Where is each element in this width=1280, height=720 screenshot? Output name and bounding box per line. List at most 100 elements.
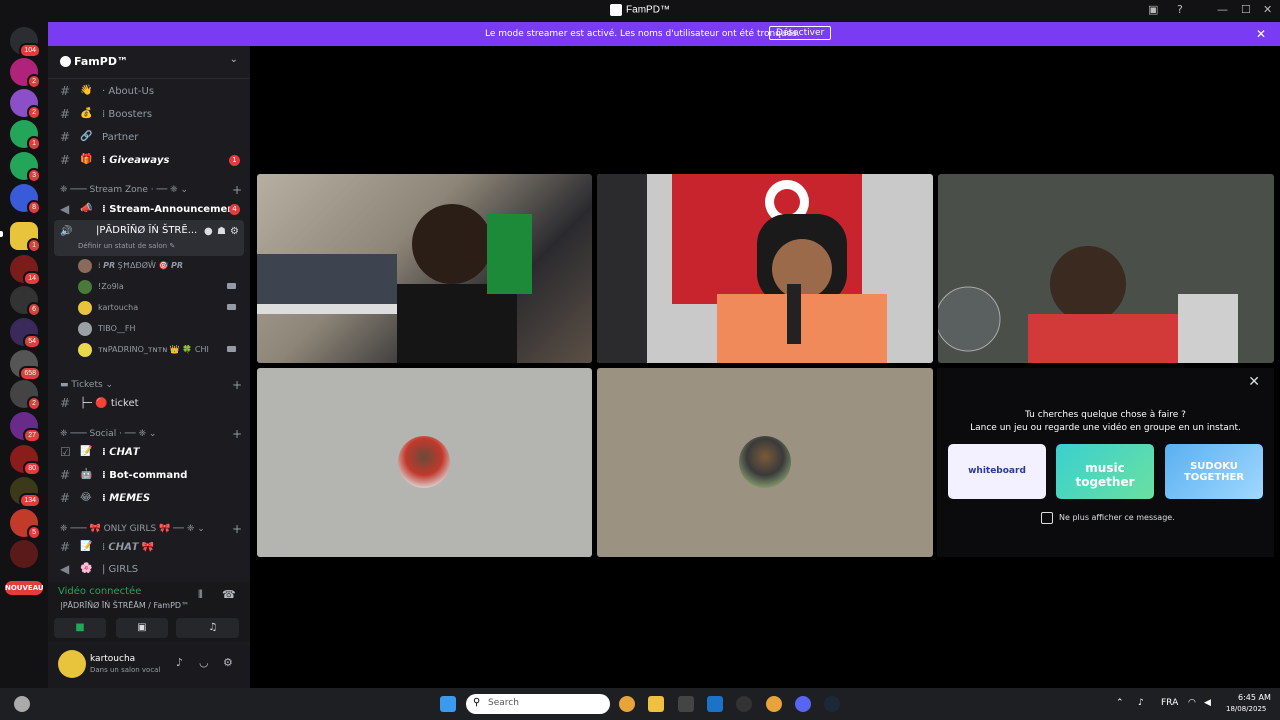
file-explorer-icon[interactable] — [648, 696, 664, 712]
activity-sudoku-together[interactable]: SUDOKU TOGETHER — [1165, 444, 1263, 499]
discord-icon[interactable] — [795, 696, 811, 712]
outlook-icon[interactable] — [707, 696, 723, 712]
add-channel-icon[interactable]: + — [232, 522, 242, 536]
channel-giveaways[interactable]: # 🎁 ⁞ 𝙂𝙞𝙫𝙚𝙖𝙬𝙖𝙮𝙨 1 — [56, 151, 244, 171]
channel-bot-command[interactable]: # 🤖 ⁞ Bot-command — [56, 466, 244, 486]
video-tile[interactable] — [597, 174, 933, 363]
direct-messages-button[interactable]: 104 — [10, 27, 41, 58]
server-icon[interactable]: 54 — [10, 318, 41, 349]
help-icon[interactable]: ? — [1177, 3, 1183, 16]
close-window-button[interactable]: ✕ — [1263, 3, 1272, 16]
server-icon[interactable]: 5 — [10, 509, 41, 540]
close-icon[interactable]: ✕ — [1256, 27, 1266, 41]
server-icon[interactable]: 8 — [10, 184, 41, 215]
channel-memes[interactable]: # 😂 ⁞ 𝙈𝙀𝙈𝙀𝙎 — [56, 489, 244, 509]
store-icon[interactable] — [678, 696, 694, 712]
camera-button[interactable]: ■ — [54, 618, 106, 638]
server-icon[interactable]: 3 — [10, 152, 41, 183]
mention-badge: 5 — [27, 525, 41, 540]
taskbar-search[interactable]: ⚲ Search — [466, 694, 610, 714]
server-icon[interactable]: 134 — [10, 477, 41, 508]
server-icon[interactable]: 6 — [10, 286, 41, 317]
category-stream-zone[interactable]: ❈ ─── Stream Zone · ── ❈ ⌄ + — [60, 183, 246, 197]
activity-label: music together — [1075, 461, 1135, 489]
server-icon[interactable]: 27 — [10, 412, 41, 443]
dont-show-checkbox[interactable] — [1041, 512, 1053, 524]
channel-about-us[interactable]: # 👋 · About-Us — [56, 82, 244, 102]
chrome-profile-icon[interactable] — [766, 696, 782, 712]
server-icon[interactable]: 14 — [10, 255, 41, 286]
wifi-icon[interactable]: ◠ — [1188, 698, 1196, 708]
close-icon[interactable]: ✕ — [1248, 374, 1260, 390]
avatar — [739, 436, 791, 488]
start-menu-icon[interactable] — [440, 696, 456, 712]
widgets-icon[interactable] — [14, 696, 30, 712]
language-indicator[interactable]: FRA — [1161, 698, 1178, 708]
server-icon[interactable]: 1 — [10, 120, 41, 151]
video-tile-avatar[interactable] — [257, 368, 592, 557]
voice-user[interactable]: !Zo9la — [76, 277, 246, 297]
server-icon[interactable] — [10, 540, 38, 568]
video-tile[interactable] — [257, 174, 592, 363]
screen-share-button[interactable]: ▣ — [116, 618, 168, 638]
server-icon[interactable]: 2 — [10, 89, 41, 120]
minimize-button[interactable]: — — [1217, 3, 1228, 16]
category-social[interactable]: ❈ ─── Social · ── ❈ ⌄ + — [60, 427, 246, 441]
channel-girls[interactable]: ◀ 🌸 | GIRLS — [56, 560, 244, 580]
server-icon[interactable]: 2 — [10, 58, 41, 89]
voice-channel-status[interactable]: Définir un statut de salon ✎ — [78, 242, 175, 250]
chrome-icon[interactable] — [619, 696, 635, 712]
video-tile[interactable] — [938, 174, 1274, 363]
activity-music-together[interactable]: music together — [1056, 444, 1154, 499]
avatar[interactable] — [58, 650, 86, 678]
voice-user[interactable]: TIBO__FH — [76, 319, 246, 339]
disable-streamer-mode-button[interactable]: Désactiver — [769, 26, 832, 40]
clock-date[interactable]: 18/08/2025 — [1226, 705, 1266, 713]
channel-stream-announcement[interactable]: ◀ 📣 ⁞ Stream-Announcement 4 — [56, 200, 244, 220]
server-icon[interactable]: 80 — [10, 445, 41, 476]
headphones-icon[interactable]: ◡ — [199, 656, 209, 669]
username[interactable]: kartoucha — [90, 654, 135, 664]
volume-icon[interactable]: ◀ — [1204, 698, 1211, 708]
clock-time[interactable]: 6:45 AM — [1238, 693, 1271, 702]
activity-whiteboard[interactable]: whiteboard — [948, 444, 1046, 499]
add-channel-icon[interactable]: + — [232, 183, 242, 197]
channel-chat-girls[interactable]: # 📝 ⁞ 𝘾𝙃𝘼𝙏 🎀 — [56, 538, 244, 558]
microphone-icon[interactable]: ♪ — [176, 656, 183, 669]
server-icon[interactable]: 2 — [10, 380, 41, 411]
maximize-button[interactable]: ☐ — [1241, 3, 1251, 16]
invite-icon[interactable]: ☗ — [217, 226, 226, 237]
channel-boosters[interactable]: # 💰 ⁞ Boosters — [56, 105, 244, 125]
chevron-down-icon[interactable]: ⌄ — [230, 54, 238, 65]
video-feed — [257, 204, 532, 363]
inbox-icon[interactable]: ▣ — [1148, 3, 1158, 16]
gear-icon[interactable]: ⚙ — [230, 226, 239, 237]
add-channel-icon[interactable]: + — [232, 378, 242, 392]
microphone-icon[interactable]: ♪ — [1138, 698, 1144, 708]
gear-icon[interactable]: ⚙ — [223, 656, 233, 669]
voice-user[interactable]: kartoucha — [76, 298, 246, 318]
channel-partner[interactable]: # 🔗 Partner — [56, 128, 244, 148]
category-only-girls[interactable]: ❈ ─── 🎀 ONLY GIRLS 🎀 ── ❈ ⌄ + — [60, 522, 246, 536]
disconnect-icon[interactable]: ☎ — [222, 588, 236, 601]
voice-user[interactable]: ᴛɴPADRINO_ᴛɴᴛɴ 👑 🍀 CHI — [76, 340, 246, 360]
soundboard-button[interactable]: ♫ — [187, 618, 239, 638]
channel-chat[interactable]: ☑ 📝 ⁞ 𝘾𝙃𝘼𝙏 — [56, 443, 244, 463]
channel-emoji: 🎁 — [80, 154, 93, 165]
voice-status[interactable]: Vidéo connectée — [58, 586, 141, 597]
voice-channel-active[interactable]: 🔊 |PĀDRĪÑØ ĪŃ ŠTRĒ... Définir un statut … — [54, 220, 244, 256]
chat-icon[interactable]: ● — [204, 226, 213, 237]
server-header[interactable]: FamPD™ ⌄ — [48, 46, 250, 79]
server-icon-fampd[interactable]: 1 — [10, 222, 41, 253]
server-icon[interactable]: 658 — [10, 350, 41, 381]
voice-user[interactable]: ⁞ 𝙋𝙍 ŞĦΔĐØŴ 🎯 𝙋𝙍 — [76, 256, 246, 276]
video-tile-avatar[interactable] — [597, 368, 933, 557]
voice-channel-path[interactable]: |PĀDRĪÑØ ĪŃ ŠTRĒĀM / FamPD™ — [60, 601, 189, 610]
noise-suppression-icon[interactable]: ⦀ — [198, 588, 203, 602]
channel-ticket[interactable]: # ├─ 🔴 ticket — [56, 394, 244, 414]
app-icon[interactable] — [736, 696, 752, 712]
add-channel-icon[interactable]: + — [232, 427, 242, 441]
chevron-up-icon[interactable]: ⌃ — [1116, 698, 1124, 708]
category-tickets[interactable]: ▬ Tickets ⌄ + — [60, 378, 246, 392]
steam-icon[interactable] — [824, 696, 840, 712]
